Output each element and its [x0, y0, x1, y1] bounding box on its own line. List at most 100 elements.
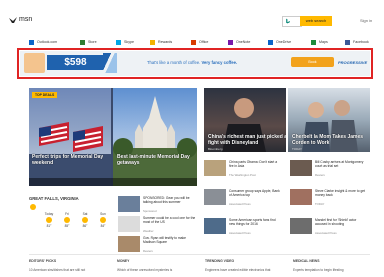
news-card[interactable]: China parts Obama: Don't start a fire in…: [204, 160, 282, 180]
sun-icon: [46, 217, 52, 223]
section-heading[interactable]: EDITORS' PICKS: [29, 259, 56, 263]
news-headline: Mandel first for 'Shield' actor accused …: [315, 218, 357, 226]
news-headline: Consumer group says Apple, Bank of Ameri…: [229, 189, 280, 197]
sun-icon: [64, 217, 70, 223]
weather-day[interactable]: Sat 86°: [76, 212, 94, 228]
mid-thumbnail: [118, 216, 140, 232]
mid-card[interactable]: Summer could be a cool one for the most …: [118, 216, 196, 236]
news-thumbnail: [290, 160, 312, 176]
shortcut-rewards[interactable]: Rewards: [150, 38, 172, 46]
news-card[interactable]: Bill Cosby arrives at Montgomery court a…: [290, 160, 368, 180]
weather-day-name: Fri: [65, 212, 69, 216]
weather-location[interactable]: GREAT FALLS, VIRGINIA: [29, 196, 79, 201]
sun-icon: [100, 217, 106, 223]
shortcut-onenote[interactable]: OneNote: [228, 38, 250, 46]
tile-source: Bloomberg: [208, 147, 223, 151]
news-source: Associated Press: [315, 231, 337, 235]
hero-slide-left[interactable]: [29, 88, 111, 186]
skype-icon: [116, 39, 121, 45]
partly-sunny-icon: [30, 204, 36, 210]
shortcut-onedrive[interactable]: OneDrive: [268, 38, 291, 46]
mid-source: Weather: [143, 229, 154, 233]
shortcut-label: Rewards: [158, 40, 173, 44]
web-search-button[interactable]: web search: [300, 16, 332, 26]
cathedral-image: [113, 96, 197, 186]
carousel-dots[interactable]: [29, 178, 197, 186]
hero-caption-left[interactable]: Perfect trips for Memorial Day weekend: [32, 154, 108, 166]
flags-image: [29, 122, 111, 186]
news-tile[interactable]: Cherbelt la Mom Takes James Corden to Wo…: [288, 88, 370, 152]
section-headline[interactable]: Engineers have created edible electronic…: [205, 268, 275, 272]
shortcut-label: Outlook.com: [37, 40, 58, 44]
news-source: TODAY: [315, 202, 325, 206]
hero-caption-right[interactable]: Best last-minute Memorial Day getaways: [117, 154, 193, 166]
section-headline[interactable]: Experts temptation to begin lifesting: [293, 268, 363, 272]
news-thumbnail: [204, 160, 226, 176]
news-thumbnail: [290, 218, 312, 234]
top-deals-badge: TOP DEALS: [32, 92, 58, 98]
weather-temp: 86°: [82, 224, 88, 228]
weather-day[interactable]: Sun 84°: [94, 212, 112, 228]
news-thumbnail: [204, 218, 226, 234]
shortcut-label: Store: [88, 40, 97, 44]
news-thumbnail: [290, 189, 312, 205]
weather-temp: 81°: [46, 224, 52, 228]
outlook-icon: [29, 39, 34, 45]
weather-day-name: Sat: [82, 212, 88, 216]
shortcut-outlookcom[interactable]: Outlook.com: [29, 38, 57, 46]
onedrive-icon: [268, 39, 273, 45]
news-source: Reuters: [315, 173, 325, 177]
news-source: The Washington Post: [229, 173, 256, 177]
shortcut-skype[interactable]: Skype: [116, 38, 134, 46]
mid-thumbnail: [118, 236, 140, 252]
tile-caption: China's richest man just picked a fight …: [208, 134, 286, 146]
weather-day[interactable]: Fri 85°: [58, 212, 76, 228]
mid-card[interactable]: SPONSORED: Gear you will be talking abou…: [118, 196, 196, 216]
store-icon: [80, 39, 85, 45]
onenote-icon: [228, 39, 233, 45]
msn-butterfly-icon[interactable]: [9, 17, 17, 24]
shortcut-office[interactable]: Office: [191, 38, 208, 46]
section-heading[interactable]: MONEY: [117, 259, 129, 263]
section-headline[interactable]: Which of these unresolved mysteries is: [117, 268, 187, 272]
sign-in-link[interactable]: Sign in: [360, 18, 372, 23]
news-card[interactable]: Some American sports fans find new thing…: [204, 218, 282, 238]
shortcut-label: Office: [199, 40, 209, 44]
weather-temp: 85°: [64, 224, 70, 228]
mid-headline: SPONSORED: Gear you will be talking abou…: [143, 196, 190, 204]
office-icon: [191, 39, 196, 45]
mid-card[interactable]: Gov. Ryan will testify to make Madison S…: [118, 236, 196, 256]
hero-slide-right[interactable]: [113, 88, 197, 186]
news-headline: China parts Obama: Don't start a fire in…: [229, 160, 278, 168]
news-source: Associated Press: [229, 202, 251, 206]
msn-logo[interactable]: msn: [19, 16, 32, 23]
news-card[interactable]: Steve Clarke insight & more to get money…: [290, 189, 368, 209]
rewards-icon: [150, 39, 155, 45]
shortcut-label: Facebook: [353, 40, 369, 44]
mid-thumbnail: [118, 196, 140, 212]
section-headline[interactable]: 10 American sirs/dishes that are still n…: [29, 268, 99, 272]
news-headline: Bill Cosby arrives at Montgomery court a…: [315, 160, 364, 168]
mid-source: Sponsored: [143, 209, 157, 213]
weather-day[interactable]: Today 81°: [40, 212, 58, 228]
hero-carousel[interactable]: TOP DEALS Perfect trips for Memorial Day…: [29, 88, 197, 186]
news-tile[interactable]: China's richest man just picked a fight …: [204, 88, 286, 152]
section-heading[interactable]: MEDICAL NEWS: [293, 259, 320, 263]
shortcut-label: OneNote: [236, 40, 251, 44]
shortcut-label: Maps: [319, 40, 328, 44]
news-card[interactable]: Mandel first for 'Shield' actor accused …: [290, 218, 368, 238]
shortcut-facebook[interactable]: Facebook: [345, 38, 369, 46]
tile-source: TODAY: [292, 147, 303, 151]
ad-highlight-box: [17, 48, 373, 79]
shortcut-label: OneDrive: [276, 40, 292, 44]
shortcut-maps[interactable]: Maps: [311, 38, 328, 46]
search-input[interactable]: [282, 16, 302, 27]
news-card[interactable]: Consumer group says Apple, Bank of Ameri…: [204, 189, 282, 209]
maps-icon: [311, 39, 316, 45]
section-heading[interactable]: TRENDING VIDEO: [205, 259, 234, 263]
news-source: Associated Press: [229, 231, 251, 235]
weather-day-name: Sun: [100, 212, 106, 216]
weather-temp: 84°: [100, 224, 106, 228]
shortcut-store[interactable]: Store: [80, 38, 97, 46]
facebook-icon: [345, 39, 350, 45]
